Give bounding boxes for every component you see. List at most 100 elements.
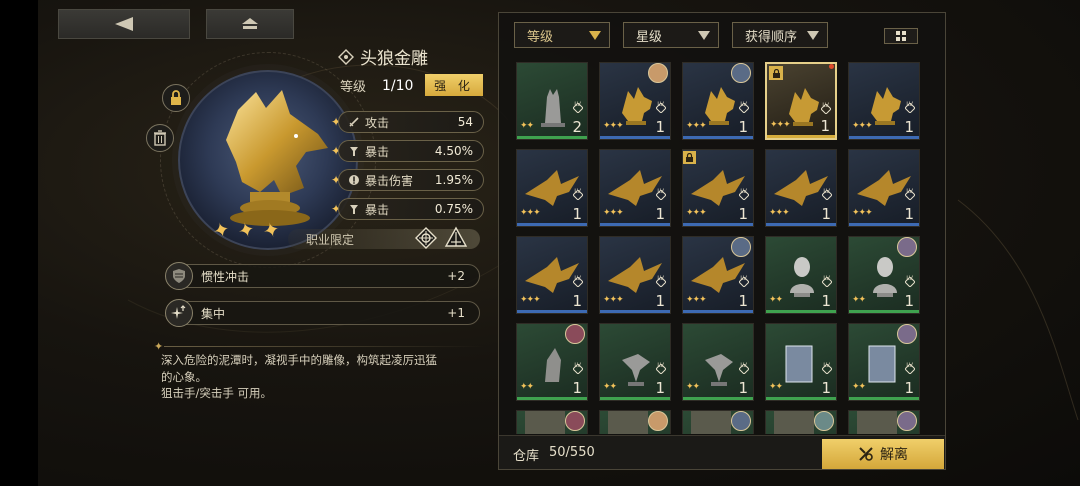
skill-row[interactable]: 集中 +1: [165, 299, 480, 327]
rarity-bar: [600, 310, 670, 313]
sort-order-dropdown[interactable]: 获得顺序: [732, 22, 828, 48]
enhance-button[interactable]: 强 化: [425, 74, 483, 96]
dismantle-icon: [859, 447, 873, 461]
skill-row[interactable]: 惯性冲击 +2: [165, 262, 480, 290]
inventory-card[interactable]: LV 1 ✦✦✦: [599, 236, 671, 314]
rarity-bar: [600, 397, 670, 400]
rarity-bar: [683, 136, 753, 139]
card-level: 1: [655, 379, 665, 397]
inventory-card[interactable]: LV 1 ✦✦✦: [765, 62, 837, 140]
stat-value: 0.75%: [434, 202, 473, 216]
game-screen: ✦ ✦ ✦ 头狼金雕 等级 1/10 强 化 ✦ 攻击 54 ✦ 暴击 4.50…: [38, 0, 1080, 486]
inventory-card[interactable]: [516, 410, 588, 434]
inventory-card[interactable]: LV 1 ✦✦✦: [848, 62, 920, 140]
rarity-bar: [517, 223, 587, 226]
dismantle-button[interactable]: 解离: [822, 439, 944, 469]
card-stars: ✦✦✦: [852, 121, 873, 131]
inventory-card[interactable]: LV 1 ✦✦: [516, 323, 588, 401]
inventory-card[interactable]: LV 1 ✦✦✦: [765, 149, 837, 227]
card-stars: ✦✦: [520, 382, 534, 392]
star-icon: ✦: [234, 216, 258, 244]
card-stars: ✦✦✦: [686, 121, 707, 131]
inventory-card[interactable]: LV 2 ✦✦: [516, 62, 588, 140]
card-level: 1: [904, 292, 914, 310]
skill-value: +1: [447, 306, 465, 320]
level-row: 等级 1/10: [340, 76, 413, 96]
inventory-card[interactable]: LV 1 ✦✦✦: [599, 149, 671, 227]
grid-icon: [896, 31, 906, 41]
equipped-character-avatar: [897, 237, 917, 257]
inventory-card[interactable]: LV 1 ✦✦✦: [516, 149, 588, 227]
grid-view-toggle[interactable]: [884, 28, 918, 44]
card-level-label: LV: [906, 275, 913, 282]
card-stars: ✦✦✦: [852, 208, 873, 218]
lock-icon: [171, 90, 181, 105]
inventory-card[interactable]: LV 1 ✦✦✦: [599, 62, 671, 140]
inventory-card[interactable]: LV 1 ✦✦: [682, 323, 754, 401]
card-level: 1: [738, 205, 748, 223]
inventory-card[interactable]: [848, 410, 920, 434]
rarity-bar: [683, 223, 753, 226]
crit-icon: [345, 145, 363, 157]
card-stars: ✦✦✦: [603, 121, 624, 131]
card-level: 1: [655, 205, 665, 223]
item-star-rating: ✦ ✦ ✦: [210, 216, 283, 244]
card-level: 1: [821, 379, 831, 397]
rarity-bar: [767, 135, 835, 138]
class-restriction-label: 职业限定: [306, 232, 355, 247]
card-level-label: LV: [906, 101, 913, 108]
sort-star-dropdown[interactable]: 星级: [623, 22, 719, 48]
stat-value: 1.95%: [434, 173, 473, 187]
inventory-card[interactable]: LV 1 ✦✦✦: [848, 149, 920, 227]
equipped-character-avatar: [731, 237, 751, 257]
delete-button[interactable]: [146, 124, 174, 152]
home-button[interactable]: [206, 9, 294, 39]
inventory-card[interactable]: LV 1 ✦✦: [848, 323, 920, 401]
back-button[interactable]: [58, 9, 190, 39]
card-stars: ✦✦: [769, 295, 783, 305]
lock-button[interactable]: [162, 84, 190, 112]
card-level-label: LV: [574, 362, 581, 369]
inventory-card[interactable]: LV 1 ✦✦: [765, 236, 837, 314]
equipped-character-avatar: [731, 63, 751, 83]
rarity-bar: [766, 310, 836, 313]
trash-icon: [154, 130, 166, 146]
inventory-card[interactable]: LV 1 ✦✦✦: [516, 236, 588, 314]
crit-damage-icon: [345, 174, 363, 186]
sort-level-dropdown[interactable]: 等级: [514, 22, 610, 48]
back-arrow-icon: [115, 17, 133, 31]
card-stars: ✦✦✦: [770, 120, 791, 130]
card-level-label: LV: [657, 275, 664, 282]
inventory-card[interactable]: [599, 410, 671, 434]
stat-name: 攻击: [365, 115, 390, 130]
star-icon: ✦: [259, 216, 283, 244]
stat-name: 暴击伤害: [365, 173, 414, 188]
card-stars: ✦✦✦: [520, 295, 541, 305]
inventory-card[interactable]: LV 1 ✦✦✦: [682, 62, 754, 140]
storage-count: 50/550: [549, 445, 595, 460]
inventory-card[interactable]: [765, 410, 837, 434]
rarity-bar: [600, 223, 670, 226]
skill-value: +2: [447, 269, 465, 283]
inventory-grid: LV 2 ✦✦ LV 1 ✦✦✦ LV 1 ✦✦✦ LV 1 ✦✦✦ LV 1 ✦✦✦ LV 1 ✦✦✦ LV 1 ✦✦…: [516, 62, 924, 434]
inventory-card[interactable]: LV 1 ✦✦: [765, 323, 837, 401]
inventory-card[interactable]: LV 1 ✦✦✦: [682, 236, 754, 314]
card-level: 2: [572, 118, 582, 136]
assault-class-icon[interactable]: [444, 226, 468, 250]
sword-icon: [345, 116, 363, 128]
sniper-class-icon[interactable]: [414, 226, 438, 250]
item-name: 头狼金雕: [338, 44, 428, 69]
card-level-label: LV: [906, 362, 913, 369]
equipped-character-avatar: [648, 63, 668, 83]
card-stars: ✦✦: [852, 382, 866, 392]
description-line: 深入危险的泥潭时，凝视手中的雕像，构筑起凌厉迅猛: [161, 353, 437, 367]
inventory-card[interactable]: LV 1 ✦✦: [599, 323, 671, 401]
inventory-card[interactable]: [682, 410, 754, 434]
card-level-label: LV: [822, 102, 829, 109]
inventory-card[interactable]: LV 1 ✦✦: [848, 236, 920, 314]
card-stars: ✦✦✦: [520, 208, 541, 218]
card-level-label: LV: [823, 275, 830, 282]
card-stars: ✦✦✦: [603, 295, 624, 305]
item-description: 深入危险的泥潭时，凝视手中的雕像，构筑起凌厉迅猛 的心象。 狙击手/突击手 可用…: [161, 352, 491, 402]
card-level-label: LV: [906, 188, 913, 195]
